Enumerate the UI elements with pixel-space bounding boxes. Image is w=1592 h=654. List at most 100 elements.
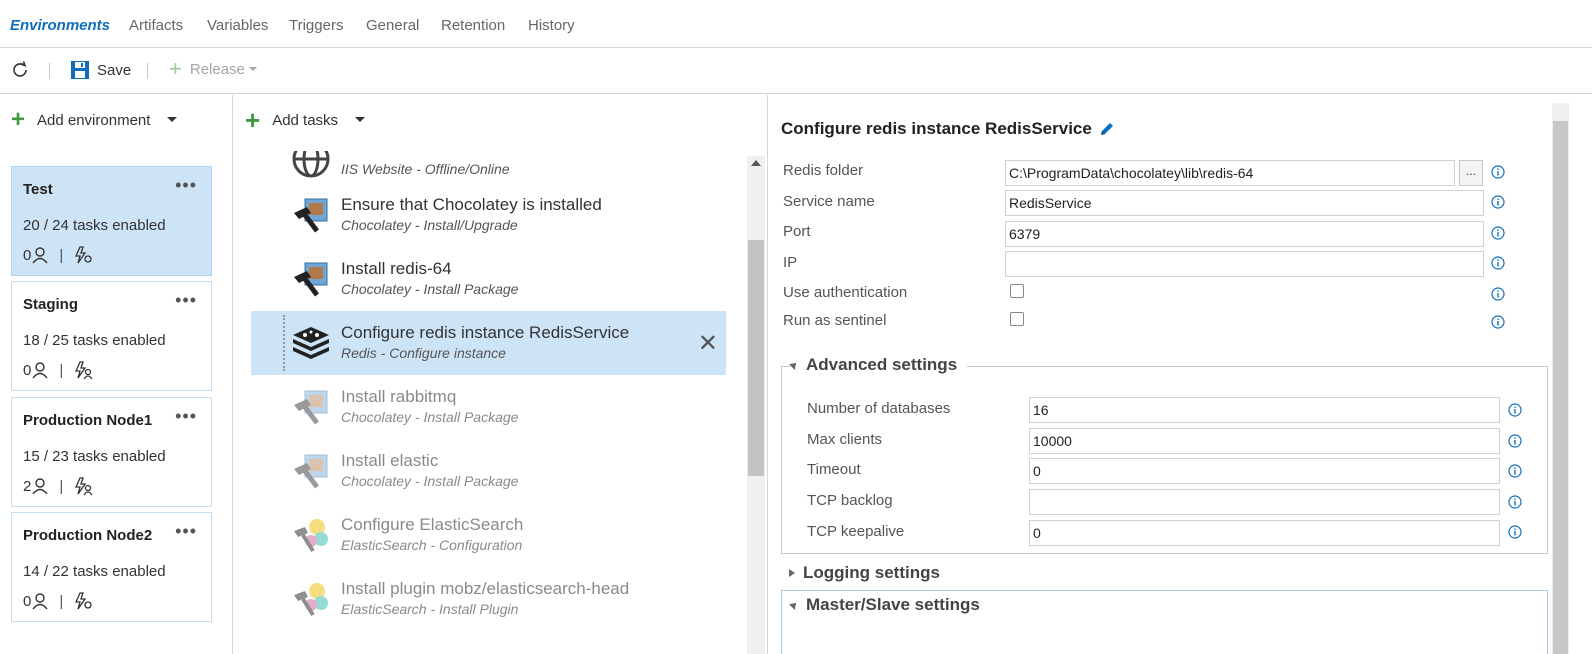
tab-triggers[interactable]: Triggers [289, 17, 343, 34]
toolbar-divider [49, 63, 50, 79]
task-item-selected[interactable]: Configure redis instance RedisService Re… [251, 311, 726, 375]
number-of-databases-input[interactable]: 16 [1029, 397, 1500, 423]
task-list-scrollbar[interactable] [747, 156, 765, 654]
chevron-down-icon[interactable] [354, 114, 366, 126]
task-item[interactable]: Configure ElasticSearch ElasticSearch - … [251, 503, 726, 567]
redis-icon [293, 327, 329, 359]
plus-icon: + [245, 105, 261, 135]
refresh-button[interactable] [10, 60, 30, 80]
info-icon[interactable] [1508, 495, 1522, 509]
toolbar: Save + Release [0, 48, 1592, 94]
browse-button[interactable]: ... [1459, 160, 1483, 186]
info-icon[interactable] [1491, 226, 1505, 240]
trigger-person-icon[interactable] [73, 476, 93, 496]
run-as-sentinel-label: Run as sentinel [783, 312, 887, 329]
approver-count: 0 [23, 361, 32, 379]
info-icon[interactable] [1491, 287, 1505, 301]
task-item[interactable]: Ensure that Chocolatey is installed Choc… [251, 183, 726, 247]
add-environment-label: Add environment [37, 111, 151, 129]
elasticsearch-icon [294, 519, 328, 553]
task-item[interactable]: Install plugin mobz/elasticsearch-head E… [251, 567, 726, 631]
info-icon[interactable] [1491, 195, 1505, 209]
timeout-input[interactable]: 0 [1029, 458, 1500, 484]
advanced-settings-header[interactable]: Advanced settings [789, 355, 968, 375]
use-authentication-checkbox[interactable] [1010, 284, 1024, 298]
task-item[interactable]: Install redis-64 Chocolatey - Install Pa… [251, 247, 726, 311]
save-button[interactable]: Save [70, 60, 131, 80]
info-icon[interactable] [1508, 464, 1522, 478]
task-subtitle: Chocolatey - Install Package [341, 409, 519, 425]
more-icon[interactable]: ••• [175, 290, 197, 311]
chevron-down-icon[interactable] [166, 114, 178, 126]
more-icon[interactable]: ••• [175, 406, 197, 427]
environment-card-production-node1[interactable]: Production Node1 ••• 15 / 23 tasks enabl… [11, 397, 212, 507]
info-icon[interactable] [1508, 403, 1522, 417]
tcp-keepalive-label: TCP keepalive [807, 523, 905, 540]
more-icon[interactable]: ••• [175, 175, 197, 196]
person-icon [32, 362, 48, 379]
close-icon[interactable]: ✕ [698, 329, 718, 358]
release-label: Release [189, 60, 245, 78]
environment-card-test[interactable]: Test ••• 20 / 24 tasks enabled 0 | [11, 166, 212, 276]
pencil-icon[interactable] [1098, 120, 1116, 138]
release-button[interactable]: + Release [169, 58, 258, 80]
info-icon[interactable] [1491, 165, 1505, 179]
info-icon[interactable] [1508, 525, 1522, 539]
task-item[interactable]: Install elastic Chocolatey - Install Pac… [251, 439, 726, 503]
info-icon[interactable] [1491, 315, 1505, 329]
environments-pane: + Add environment Test ••• 20 / 24 tasks… [0, 95, 233, 654]
info-icon[interactable] [1508, 434, 1522, 448]
more-icon[interactable]: ••• [175, 521, 197, 542]
info-icon[interactable] [1491, 256, 1505, 270]
add-environment-button[interactable]: + Add environment [11, 108, 178, 132]
tab-artifacts[interactable]: Artifacts [129, 17, 183, 34]
tab-environments[interactable]: Environments [10, 17, 110, 34]
task-subtitle: Chocolatey - Install Package [341, 473, 519, 489]
person-icon [32, 593, 48, 610]
task-details-pane: Configure redis instance RedisService Re… [769, 95, 1592, 654]
add-tasks-button[interactable]: + Add tasks [245, 105, 366, 135]
environment-name: Production Node2 [23, 527, 153, 544]
save-icon [71, 61, 89, 79]
logging-settings-header[interactable]: Logging settings [789, 563, 940, 583]
task-name: Configure ElasticSearch [341, 515, 524, 534]
task-name: Configure redis instance RedisService [341, 323, 630, 342]
max-clients-input[interactable]: 10000 [1029, 428, 1500, 454]
details-scrollbar[interactable] [1552, 103, 1569, 654]
environment-task-count: 20 / 24 tasks enabled [23, 217, 166, 234]
refresh-icon [13, 61, 27, 77]
task-subtitle: IIS Website - Offline/Online [341, 161, 510, 177]
task-item[interactable]: Install rabbitmq Chocolatey - Install Pa… [251, 375, 726, 439]
tab-history[interactable]: History [528, 17, 575, 34]
service-name-input[interactable]: RedisService [1005, 190, 1484, 216]
scrollbar-thumb[interactable] [1553, 121, 1568, 654]
run-as-sentinel-checkbox[interactable] [1010, 312, 1024, 326]
person-icon [32, 247, 48, 264]
scrollbar-thumb[interactable] [748, 240, 764, 476]
meta-divider: | [59, 477, 64, 495]
ip-input[interactable] [1005, 251, 1484, 277]
trigger-person-icon[interactable] [73, 360, 93, 380]
trigger-settings-icon[interactable] [73, 591, 93, 611]
tab-variables[interactable]: Variables [207, 17, 268, 34]
redis-folder-input[interactable]: C:\ProgramData\chocolatey\lib\redis-64 [1005, 160, 1455, 186]
approver-count: 0 [23, 246, 32, 264]
tab-retention[interactable]: Retention [441, 17, 505, 34]
timeout-label: Timeout [807, 461, 861, 478]
trigger-settings-icon[interactable] [73, 245, 93, 265]
task-name: Install rabbitmq [341, 387, 457, 406]
tcp-keepalive-input[interactable]: 0 [1029, 520, 1500, 546]
environment-card-production-node2[interactable]: Production Node2 ••• 14 / 22 tasks enabl… [11, 512, 212, 622]
port-input[interactable]: 6379 [1005, 221, 1484, 247]
master-slave-settings-header[interactable]: Master/Slave settings [789, 595, 990, 615]
environment-card-staging[interactable]: Staging ••• 18 / 25 tasks enabled 0 | [11, 281, 212, 391]
meta-divider: | [59, 361, 64, 379]
scroll-up-icon[interactable] [751, 160, 761, 166]
task-subtitle: ElasticSearch - Install Plugin [341, 601, 519, 617]
drag-handle[interactable] [283, 315, 288, 371]
tab-general[interactable]: General [366, 17, 419, 34]
task-subtitle: Chocolatey - Install/Upgrade [341, 217, 518, 233]
chevron-down-icon [248, 67, 257, 71]
save-label: Save [97, 61, 132, 79]
tcp-backlog-input[interactable] [1029, 489, 1500, 515]
